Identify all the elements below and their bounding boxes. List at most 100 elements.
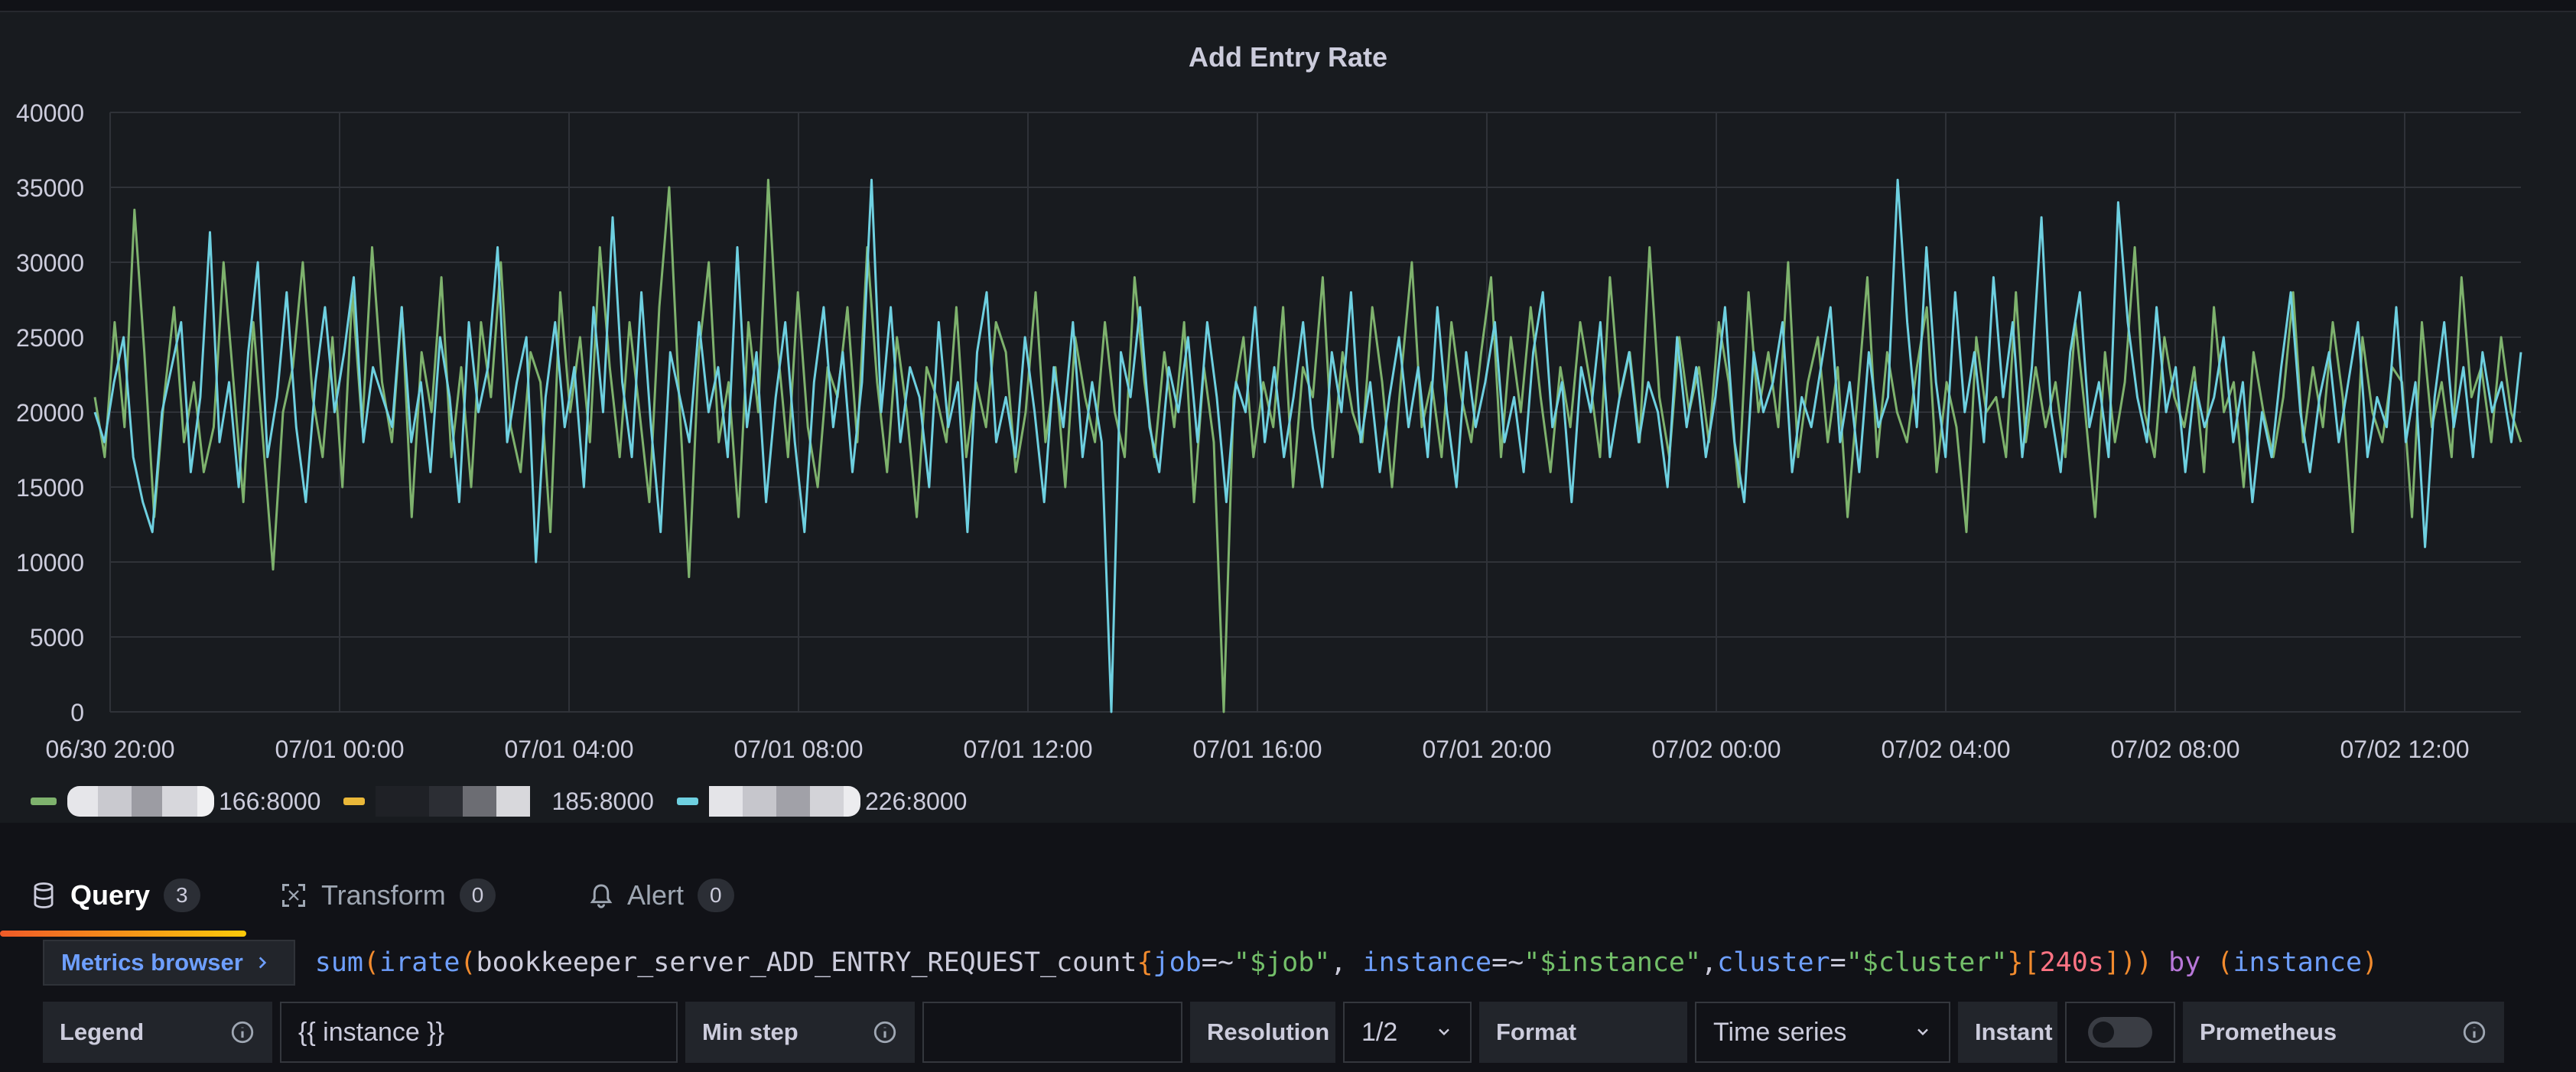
legend-label: 166:8000 — [219, 787, 321, 815]
metrics-browser-button[interactable]: Metrics browser — [43, 940, 295, 986]
format-value: Time series — [1713, 1017, 1847, 1047]
tab-count-badge: 0 — [698, 879, 734, 912]
legend-swatch-green — [31, 798, 57, 805]
query-token: } — [2007, 947, 2024, 978]
legend-item-226[interactable]: 226:8000 — [676, 786, 968, 817]
query-row: Metrics browser sum(irate(bookkeeper_ser… — [43, 939, 2576, 986]
query-token: cluster — [1717, 947, 1830, 978]
legend-swatch-blue — [676, 798, 698, 805]
series-line-1668000 — [93, 178, 2522, 713]
datasource-name: Prometheus — [2200, 1018, 2337, 1045]
x-tick-label: 07/01 20:00 — [1422, 736, 1551, 763]
query-token: ) — [2119, 947, 2137, 978]
legend-item-185[interactable]: 185:8000 — [343, 786, 654, 817]
legend-label-text: Legend — [60, 1018, 145, 1045]
tab-label: Query — [70, 879, 151, 911]
query-token: ) — [2136, 947, 2153, 978]
legend-item-166[interactable]: 166:8000 — [31, 786, 320, 817]
x-tick-label: 07/02 00:00 — [1651, 736, 1781, 763]
chevron-down-icon — [1917, 1028, 1928, 1036]
format-label-text: Format — [1496, 1018, 1577, 1045]
y-tick-label: 0 — [70, 699, 84, 726]
format-option-label: Format — [1479, 1002, 1687, 1063]
tab-label: Transform — [321, 879, 446, 911]
query-token: "$cluster" — [1846, 947, 2008, 978]
instant-toggle[interactable] — [2088, 1017, 2152, 1048]
query-token: irate — [379, 947, 460, 978]
x-tick-label: 07/01 08:00 — [733, 736, 863, 763]
resolution-label-text: Resolution — [1207, 1018, 1330, 1045]
redacted-hostname — [376, 786, 531, 817]
min-step-input[interactable] — [922, 1002, 1182, 1063]
legend-format-value: {{ instance }} — [298, 1017, 444, 1047]
metrics-browser-label: Metrics browser — [61, 949, 243, 976]
x-tick-label: 07/01 12:00 — [963, 736, 1092, 763]
tab-transform[interactable]: Transform 0 — [280, 872, 496, 919]
tab-label: Alert — [627, 879, 685, 911]
tab-query[interactable]: Query 3 — [31, 872, 200, 919]
redacted-hostname — [708, 786, 860, 817]
query-token: ] — [2103, 947, 2120, 978]
x-tick-label: 06/30 20:00 — [45, 736, 174, 763]
query-token: , — [1701, 947, 1718, 978]
query-token: 240s — [2039, 947, 2104, 978]
series-line-2268000 — [93, 178, 2522, 713]
info-icon[interactable] — [872, 1019, 898, 1045]
redacted-hostname — [67, 786, 214, 817]
query-token: instance — [2233, 947, 2363, 978]
query-token: =~ — [1201, 947, 1234, 978]
y-tick-label: 15000 — [16, 474, 84, 502]
query-token: ( — [2217, 947, 2233, 978]
legend-label: 226:8000 — [864, 787, 968, 815]
bell-icon — [590, 884, 613, 908]
tab-alert[interactable]: Alert 0 — [589, 872, 734, 919]
query-token: , — [1330, 947, 1363, 978]
y-tick-label: 20000 — [16, 399, 84, 427]
x-tick-label: 07/01 04:00 — [504, 736, 633, 763]
graph-panel: Add Entry Rate 0 5000 10000 15000 20000 25000… — [0, 11, 2576, 823]
query-token: =~ — [1491, 947, 1524, 978]
min-step-label-text: Min step — [702, 1018, 798, 1045]
query-token: ) — [2362, 947, 2379, 978]
promql-query-editor[interactable]: sum(irate(bookkeeper_server_ADD_ENTRY_RE… — [294, 940, 2576, 985]
legend-option-label: Legend — [43, 1002, 272, 1063]
chevron-down-icon — [1439, 1028, 1449, 1036]
resolution-select[interactable]: 1/2 — [1343, 1002, 1472, 1063]
tab-count-badge: 3 — [164, 879, 200, 912]
x-tick-label: 07/01 16:00 — [1192, 736, 1322, 763]
query-token: ( — [460, 947, 476, 978]
legend-format-input[interactable]: {{ instance }} — [280, 1002, 678, 1063]
query-token: { — [1137, 947, 1153, 978]
info-icon[interactable] — [2461, 1019, 2487, 1045]
query-token: [ — [2023, 947, 2040, 978]
info-icon[interactable] — [229, 1019, 255, 1045]
instant-label-text: Instant — [1975, 1018, 2053, 1045]
query-token: sum — [314, 947, 363, 978]
line-chart[interactable]: 0 5000 10000 15000 20000 25000 30000 35000 40000… — [0, 12, 2576, 777]
y-tick-label: 5000 — [30, 624, 84, 651]
resolution-value: 1/2 — [1361, 1017, 1398, 1047]
editor-tabs: Query 3 Transform 0 Alert 0 — [0, 864, 2576, 933]
database-icon — [34, 882, 54, 908]
transform-icon — [282, 884, 305, 907]
min-step-option-label: Min step — [685, 1002, 915, 1063]
chevron-right-icon — [259, 957, 266, 969]
instant-option-label: Instant — [1958, 1002, 2057, 1063]
x-tick-label: 07/02 04:00 — [1881, 736, 2010, 763]
y-tick-label: 25000 — [16, 324, 84, 352]
legend-label: 185:8000 — [551, 787, 654, 815]
query-token: by — [2152, 947, 2217, 978]
x-tick-label: 07/02 12:00 — [2340, 736, 2469, 763]
datasource-label: Prometheus — [2183, 1002, 2504, 1063]
active-tab-indicator — [0, 931, 246, 937]
query-token: "$instance" — [1524, 947, 1702, 978]
instant-toggle-container — [2065, 1002, 2175, 1063]
legend-swatch-yellow — [343, 798, 366, 805]
chart-legend: 166:8000 185:8000 226:8000 — [31, 785, 982, 818]
query-token: job — [1153, 947, 1202, 978]
query-options-row: Legend {{ instance }} Min step Resolutio… — [43, 1000, 2504, 1064]
format-select[interactable]: Time series — [1695, 1002, 1950, 1063]
x-tick-label: 07/01 00:00 — [275, 736, 404, 763]
y-tick-label: 40000 — [16, 99, 84, 127]
x-tick-label: 07/02 08:00 — [2110, 736, 2239, 763]
